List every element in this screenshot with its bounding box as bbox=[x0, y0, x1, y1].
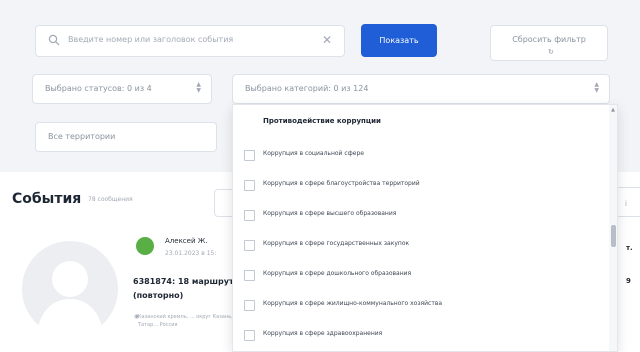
category-option-label: Коррупция в сфере здравоохранения bbox=[263, 330, 383, 337]
checkbox[interactable] bbox=[244, 210, 255, 221]
author-avatar bbox=[136, 237, 154, 255]
category-option[interactable]: Коррупция в сфере высшего образования bbox=[233, 207, 603, 227]
show-button[interactable]: Показать bbox=[361, 24, 437, 57]
event-right-fragment: т. bbox=[626, 244, 633, 252]
category-option[interactable]: Коррупция в сфере государственных закупо… bbox=[233, 237, 603, 257]
search-icon bbox=[48, 34, 60, 46]
search-input[interactable]: Введите номер или заголовок события ✕ bbox=[35, 25, 345, 57]
event-image bbox=[22, 241, 118, 337]
category-option[interactable]: Коррупция в сфере жилищно-коммунального … bbox=[233, 297, 603, 317]
reset-filter-label: Сбросить фильтр bbox=[512, 35, 586, 44]
category-option-label: Коррупция в сфере благоустройства террит… bbox=[263, 180, 420, 187]
events-title: События bbox=[12, 191, 82, 207]
checkbox[interactable] bbox=[244, 150, 255, 161]
category-option[interactable]: Коррупция в сфере здравоохранения bbox=[233, 327, 603, 347]
category-option[interactable]: Коррупция в сфере дошкольного образовани… bbox=[233, 267, 603, 287]
events-right-control-text: i bbox=[625, 200, 627, 208]
checkbox[interactable] bbox=[244, 180, 255, 191]
territory-select-value: Все территории bbox=[48, 132, 116, 141]
category-option-label: Коррупция в сфере дошкольного образовани… bbox=[263, 270, 412, 277]
clear-icon[interactable]: ✕ bbox=[322, 32, 332, 48]
event-right-fragment: 9 bbox=[626, 277, 631, 285]
checkbox[interactable] bbox=[244, 300, 255, 311]
category-dropdown[interactable]: Противодействие коррупции Коррупция в со… bbox=[232, 104, 618, 352]
checkbox[interactable] bbox=[244, 270, 255, 281]
event-title-line: (повторно) bbox=[133, 291, 184, 300]
user-placeholder-icon bbox=[36, 261, 104, 337]
category-option[interactable]: Коррупция в сфере благоустройства террит… bbox=[233, 177, 603, 197]
event-address: Казанский кремль, ... округ Казань, Тата… bbox=[138, 314, 233, 328]
dropdown-scrollbar-thumb[interactable] bbox=[611, 225, 616, 247]
category-group-header: Противодействие коррупции bbox=[263, 117, 381, 125]
checkbox[interactable] bbox=[244, 330, 255, 341]
category-option-label: Коррупция в сфере высшего образования bbox=[263, 210, 397, 217]
event-date: 23.01.2023 в 15: bbox=[165, 250, 217, 257]
events-count: 78 сообщения bbox=[88, 196, 133, 203]
category-select[interactable]: Выбрано категорий: 0 из 124 ▲ ▼ bbox=[232, 74, 610, 104]
category-select-value: Выбрано категорий: 0 из 124 bbox=[245, 84, 369, 93]
status-select[interactable]: Выбрано статусов: 0 из 4 ▲ ▼ bbox=[32, 74, 212, 104]
category-option-label: Коррупция в сфере государственных закупо… bbox=[263, 240, 410, 247]
category-option-label: Коррупция в социальной сфере bbox=[263, 150, 364, 157]
event-title-line: 6381874: 18 маршрут bbox=[133, 277, 234, 286]
status-select-value: Выбрано статусов: 0 из 4 bbox=[45, 84, 152, 93]
refresh-icon: ↻ bbox=[548, 48, 554, 56]
category-option-label: Коррупция в сфере жилищно-коммунального … bbox=[263, 300, 443, 307]
reset-filter-button[interactable]: Сбросить фильтр ↻ bbox=[490, 25, 608, 61]
scroll-up-icon[interactable]: ▲ bbox=[609, 107, 617, 113]
select-arrows-icon: ▲ ▼ bbox=[594, 81, 599, 94]
event-title[interactable]: 6381874: 18 маршрут (повторно) bbox=[133, 275, 234, 303]
territory-select[interactable]: Все территории bbox=[35, 122, 217, 152]
category-option[interactable]: Коррупция в социальной сфере bbox=[233, 147, 603, 167]
checkbox[interactable] bbox=[244, 240, 255, 251]
author-name[interactable]: Алексей Ж. bbox=[165, 237, 208, 245]
select-arrows-icon: ▲ ▼ bbox=[196, 81, 201, 94]
search-placeholder: Введите номер или заголовок события bbox=[68, 35, 234, 44]
